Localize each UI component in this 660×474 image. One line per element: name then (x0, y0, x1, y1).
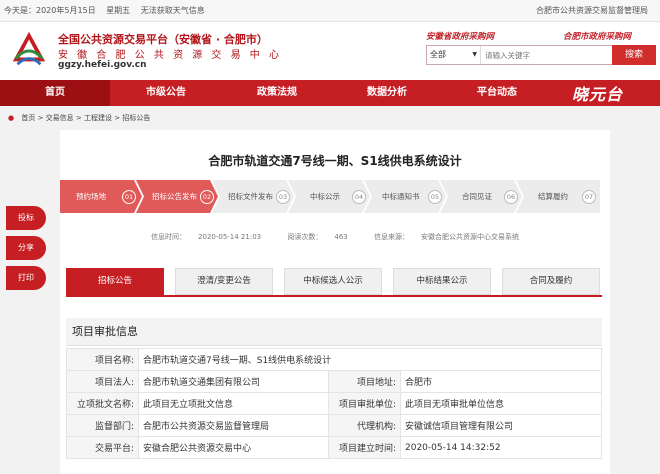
field-label: 项目审批单位: (328, 392, 401, 415)
field-value: 合肥市公共资源交易监督管理局 (138, 414, 329, 437)
project-content: 合肥市轨道交通7号线一期、S1线供电系统设计 预约场地 01 招标公告发布 02… (60, 130, 610, 474)
step-7[interactable]: 结算履约 07 (516, 180, 600, 213)
table-row: 监督部门: 合肥市公共资源交易监督管理局 代理机构: 安徽诚信项目管理有限公司 (66, 414, 602, 437)
search-scope-select[interactable]: 全部 ▼ (427, 46, 481, 64)
breadcrumb-home[interactable]: 首页 (21, 114, 35, 122)
field-label: 项目地址: (328, 370, 401, 393)
breadcrumb-separator: > (37, 114, 44, 122)
nav-item-policies[interactable]: 政策法规 (222, 80, 332, 106)
step-1[interactable]: 预约场地 01 (60, 180, 142, 213)
table-row: 项目名称: 合肥市轨道交通7号线一期、S1线供电系统设计 (66, 348, 602, 371)
step-5[interactable]: 中标通知书 05 (364, 180, 446, 213)
tab-clarification[interactable]: 澄清/变更公告 (175, 268, 273, 295)
notice-tabs: 招标公告 澄清/变更公告 中标候选人公示 中标结果公示 合同及履约 (66, 268, 602, 296)
notice-meta: 信息时间： 2020-05-14 21:03 阅读次数： 463 信息来源： 安徽合肥… (60, 232, 610, 242)
step-3[interactable]: 招标文件发布 03 (212, 180, 294, 213)
field-value: 此项目无立项批文信息 (138, 392, 329, 415)
location-pin-icon: ● (8, 114, 15, 122)
step-label: 中标公示 (310, 192, 340, 201)
table-row: 项目法人: 合肥市轨道交通集团有限公司 项目地址: 合肥市 (66, 370, 602, 393)
date-info: 今天是：2020年5月15日 星期五 无法获取天气信息 (4, 0, 213, 22)
breadcrumb-current: 招标公告 (122, 114, 151, 122)
step-2[interactable]: 招标公告发布 02 (136, 180, 218, 213)
breadcrumb-trade-info[interactable]: 交易信息 (46, 114, 74, 122)
breadcrumb-engineering[interactable]: 工程建设 (84, 114, 112, 122)
field-value: 安徽诚信项目管理有限公司 (400, 414, 602, 437)
time-label: 信息时间： (151, 233, 187, 241)
field-label: 立项批文名称: (66, 392, 139, 415)
breadcrumb-separator: > (75, 114, 82, 122)
field-value: 安徽合肥公共资源交易中心 (138, 436, 329, 459)
step-label: 中标通知书 (382, 192, 420, 201)
search-input[interactable] (483, 46, 603, 64)
views-value: 463 (334, 233, 348, 241)
field-label: 监督部门: (66, 414, 139, 437)
step-number: 01 (122, 190, 136, 204)
project-title: 合肥市轨道交通7号线一期、S1线供电系统设计 (208, 154, 462, 168)
section-title: 项目审批信息 (66, 318, 602, 346)
nav-item-platform-news[interactable]: 平台动态 (442, 80, 552, 106)
field-label: 项目名称: (66, 348, 139, 371)
chevron-down-icon: ▼ (472, 51, 477, 58)
field-value: 合肥市 (400, 370, 602, 393)
supervision-link[interactable]: 合肥市公共资源交易监督管理局 (536, 0, 648, 22)
nav-item-home[interactable]: 首页 (0, 80, 110, 106)
tab-contract[interactable]: 合同及履约 (502, 268, 600, 295)
step-4[interactable]: 中标公示 04 (288, 180, 370, 213)
site-title: 全国公共资源交易平台（安徽省 · 合肥市） (58, 33, 268, 46)
main-nav: 首页 市级公告 政策法规 数据分析 平台动态 晓元台 (0, 80, 660, 106)
tab-results[interactable]: 中标结果公示 (393, 268, 491, 295)
search-scope-value: 全部 (430, 50, 446, 59)
field-value: 此项目无项审批单位信息 (400, 392, 602, 415)
tab-tender-notice[interactable]: 招标公告 (66, 268, 164, 295)
nav-brand-logo[interactable]: 晓元台 (572, 81, 623, 105)
print-button[interactable]: 打印 (6, 266, 46, 290)
step-6[interactable]: 合同见证 06 (440, 180, 522, 213)
nav-item-data-analysis[interactable]: 数据分析 (332, 80, 442, 106)
tab-candidates[interactable]: 中标候选人公示 (284, 268, 382, 295)
table-row: 立项批文名称: 此项目无立项批文信息 项目审批单位: 此项目无项审批单位信息 (66, 392, 602, 415)
main-panel: 投标 分享 打印 合肥市轨道交通7号线一期、S1线供电系统设计 预约场地 01 … (0, 130, 660, 474)
hefei-procurement-link[interactable]: 合肥市政府采购网 (563, 30, 631, 42)
top-bar: 今天是：2020年5月15日 星期五 无法获取天气信息 合肥市公共资源交易监督管… (0, 0, 660, 22)
weather-text: 无法获取天气信息 (140, 6, 205, 15)
site-url: ggzy.hefei.gov.cn (58, 60, 147, 70)
field-value: 合肥市轨道交通7号线一期、S1线供电系统设计 (138, 348, 602, 371)
views-label: 阅读次数： (287, 233, 323, 241)
breadcrumb: ● 首页 > 交易信息 > 工程建设 > 招标公告 (0, 106, 660, 130)
hefei-logo-icon[interactable] (10, 29, 48, 69)
share-button[interactable]: 分享 (6, 236, 46, 260)
bid-button[interactable]: 投标 (6, 206, 46, 230)
project-info-table: 项目名称: 合肥市轨道交通7号线一期、S1线供电系统设计 项目法人: 合肥市轨道… (66, 348, 602, 459)
site-subtitle: 安 徽 合 肥 公 共 资 源 交 易 中 心 (58, 50, 282, 61)
step-label: 招标公告发布 (152, 192, 197, 201)
step-label: 招标文件发布 (228, 192, 273, 201)
process-steps: 预约场地 01 招标公告发布 02 招标文件发布 03 中标公示 04 中标通知… (60, 180, 610, 213)
tab-underline (66, 295, 602, 297)
step-label: 结算履约 (538, 192, 568, 201)
date-text: 今天是：2020年5月15日 (4, 6, 96, 15)
source-value: 安徽合肥公共资源中心交易系统 (420, 233, 519, 241)
step-number: 07 (582, 190, 596, 204)
site-header: 全国公共资源交易平台（安徽省 · 合肥市） 安 徽 合 肥 公 共 资 源 交 … (0, 22, 660, 80)
time-value: 2020-05-14 21:03 (198, 233, 262, 241)
step-label: 合同见证 (462, 192, 492, 201)
nav-item-city-notices[interactable]: 市级公告 (110, 80, 222, 106)
field-label: 项目法人: (66, 370, 139, 393)
breadcrumb-separator: > (114, 114, 121, 122)
step-label: 预约场地 (76, 192, 106, 201)
table-row: 交易平台: 安徽合肥公共资源交易中心 项目建立时间: 2020-05-14 14… (66, 436, 602, 459)
anhui-procurement-link[interactable]: 安徽省政府采购网 (426, 30, 494, 42)
field-label: 交易平台: (66, 436, 139, 459)
field-label: 项目建立时间: (328, 436, 401, 459)
search-button[interactable]: 搜索 (612, 45, 656, 65)
field-value: 2020-05-14 14:32:52 (400, 436, 602, 459)
field-label: 代理机构: (328, 414, 401, 437)
search-box: 全部 ▼ 搜索 (426, 45, 656, 65)
field-value: 合肥市轨道交通集团有限公司 (138, 370, 329, 393)
source-label: 信息来源： (373, 233, 409, 241)
weekday-text: 星期五 (106, 6, 131, 15)
